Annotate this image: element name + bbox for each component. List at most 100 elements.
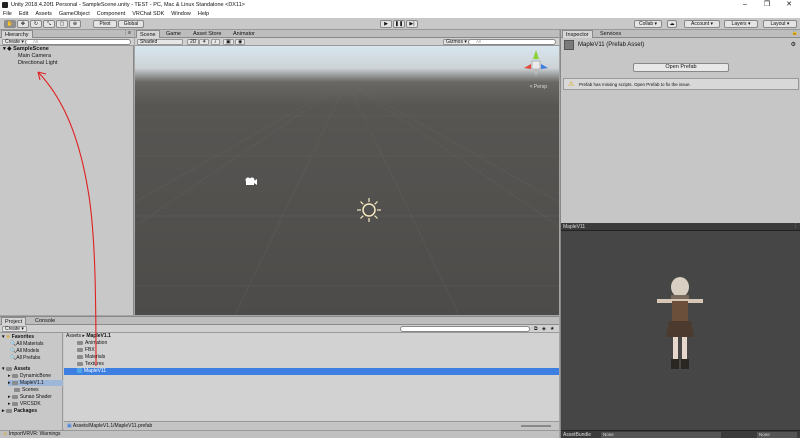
hierarchy-search-input[interactable]: All (25, 39, 131, 45)
filter-label-icon[interactable]: ◈ (542, 326, 546, 332)
tab-game[interactable]: Game (163, 30, 184, 38)
settings-gear-icon[interactable]: ⚙ (791, 41, 796, 48)
status-warning-icon: ⚠ (3, 431, 8, 437)
move-tool-button[interactable]: ✥ (17, 20, 29, 28)
tab-scene[interactable]: Scene (136, 30, 160, 38)
project-create-button[interactable]: Create ▾ (2, 326, 27, 332)
play-button[interactable]: ▶ (380, 20, 392, 28)
preview-menu-icon[interactable]: ⋮ (793, 223, 798, 229)
prefab-small-icon: ▣ (67, 423, 72, 429)
account-dropdown[interactable]: Account ▾ (684, 20, 720, 28)
tree-label: Assets (13, 366, 31, 372)
panel-menu-icon[interactable]: ⋮≡ (123, 30, 131, 36)
tab-services[interactable]: Services (597, 30, 624, 38)
tree-item-assets[interactable]: ▾ Assets (2, 366, 30, 372)
lighting-icon: ☀ (202, 39, 207, 45)
scene-viewport[interactable]: < Persp (135, 46, 559, 315)
hand-tool-button[interactable]: ✋ (4, 20, 16, 28)
menu-assets[interactable]: Assets (35, 11, 52, 17)
2d-toggle[interactable]: 2D (187, 39, 200, 45)
tree-item-all-models[interactable]: 🔍All Models (10, 348, 39, 354)
shading-mode-dropdown[interactable]: Shaded (137, 39, 183, 45)
folder-icon (77, 354, 83, 359)
tree-item-dynamicbone[interactable]: ▸ DynamicBone (8, 373, 51, 379)
file-row-maplev11-prefab[interactable]: MapleV11 (64, 368, 559, 375)
tab-inspector[interactable]: Inspector (562, 30, 593, 38)
scale-icon: ⤡ (46, 21, 51, 27)
file-row-fbx[interactable]: FBX (64, 347, 559, 354)
create-button[interactable]: Create ▾ (2, 39, 27, 45)
eye-icon: ◉ (238, 39, 243, 45)
menu-help[interactable]: Help (198, 11, 209, 17)
menu-vrchat-sdk[interactable]: VRChat SDK (132, 11, 164, 17)
effects-toggle[interactable]: ▣ (223, 39, 234, 45)
hierarchy-item-directional-light[interactable]: Directional Light (18, 60, 57, 66)
step-button[interactable]: ▶| (406, 20, 418, 28)
minimize-button[interactable]: – (734, 0, 756, 10)
lock-icon[interactable]: 🔒 (792, 30, 798, 36)
persp-label[interactable]: < Persp (530, 84, 547, 90)
menu-component[interactable]: Component (97, 11, 125, 17)
file-row-materials[interactable]: Materials (64, 354, 559, 361)
pivot-toggle[interactable]: Pivot (93, 20, 117, 28)
tree-item-sunao-shader[interactable]: ▸ Sunao Shader (8, 394, 52, 400)
rect-tool-button[interactable]: ▢ (56, 20, 68, 28)
lighting-toggle[interactable]: ☀ (199, 39, 210, 45)
rotate-tool-button[interactable]: ↻ (30, 20, 42, 28)
file-label: FBX (85, 347, 95, 353)
assetbundle-dropdown[interactable]: None (601, 432, 721, 438)
tab-project[interactable]: Project (1, 317, 27, 325)
tab-asset-store[interactable]: Asset Store (190, 30, 224, 38)
favorites-header[interactable]: ▾ ★ Favorites (2, 334, 34, 340)
variant-dropdown[interactable]: None (757, 432, 797, 438)
favorite-star-icon[interactable]: ★ (550, 326, 554, 332)
tree-item-packages[interactable]: ▸ Packages (2, 408, 37, 414)
tab-animator[interactable]: Animator (230, 30, 258, 38)
tree-item-maplev1-1[interactable]: ▸ MapleV1.1 (8, 380, 63, 386)
layout-dropdown[interactable]: Layout ▾ (763, 20, 797, 28)
file-row-textures[interactable]: Textures (64, 361, 559, 368)
character-model[interactable] (657, 271, 703, 377)
collab-dropdown[interactable]: Collab ▾ (634, 20, 662, 28)
tree-item-vrcsdk[interactable]: ▸ VRCSDK (8, 401, 41, 407)
light-gizmo-icon[interactable] (356, 197, 382, 223)
maximize-button[interactable]: ❐ (756, 0, 778, 10)
gizmos-dropdown[interactable]: Gizmos ▾ (443, 39, 470, 45)
global-toggle[interactable]: Global (118, 20, 144, 28)
hidden-objects-toggle[interactable]: ◉ (235, 39, 246, 45)
tab-hierarchy[interactable]: Hierarchy (1, 30, 33, 38)
scale-tool-button[interactable]: ⤡ (43, 20, 55, 28)
scene-row[interactable]: ▾ ◆ SampleScene (3, 46, 49, 52)
hierarchy-item-main-camera[interactable]: Main Camera (18, 53, 51, 59)
menu-edit[interactable]: Edit (19, 11, 28, 17)
inspector-object-name: MapleV11 (Prefab Asset) (578, 42, 645, 48)
tree-item-all-materials[interactable]: 🔍All Materials (10, 341, 43, 347)
layers-dropdown[interactable]: Layers ▾ (724, 20, 758, 28)
pause-button[interactable]: ❚❚ (393, 20, 405, 28)
project-tabs: Project Console (0, 317, 559, 325)
project-file-list: Assets ▸ MapleV1.1 Animation FBX Materia… (64, 333, 559, 430)
zoom-slider[interactable] (521, 425, 551, 427)
tree-item-all-prefabs[interactable]: 🔍All Prefabs (10, 355, 40, 361)
prefab-cube-icon (77, 368, 82, 374)
menu-gameobject[interactable]: GameObject (59, 11, 90, 17)
folder-icon (11, 373, 18, 378)
cloud-button[interactable]: ☁ (667, 20, 677, 28)
project-search-input[interactable] (400, 326, 530, 332)
file-row-animation[interactable]: Animation (64, 340, 559, 347)
close-button[interactable]: ✕ (778, 0, 800, 10)
transform-tool-button[interactable]: ⊕ (69, 20, 81, 28)
breadcrumb-maplev1-1[interactable]: MapleV1.1 (86, 333, 110, 339)
menu-window[interactable]: Window (171, 11, 191, 17)
tree-item-scenes[interactable]: Scenes (14, 387, 39, 393)
audio-toggle[interactable]: ♪ (211, 39, 220, 45)
filter-type-icon[interactable]: ⧉ (534, 326, 538, 332)
camera-gizmo-icon[interactable] (245, 177, 257, 186)
scene-search-input[interactable]: All (468, 39, 556, 45)
menu-file[interactable]: File (3, 11, 12, 17)
breadcrumb-assets[interactable]: Assets (66, 333, 81, 339)
scene-orientation-gizmo[interactable] (521, 48, 551, 78)
tree-label: MapleV1.1 (19, 380, 44, 386)
open-prefab-button[interactable]: Open Prefab (633, 63, 729, 72)
tab-console[interactable]: Console (32, 317, 58, 325)
